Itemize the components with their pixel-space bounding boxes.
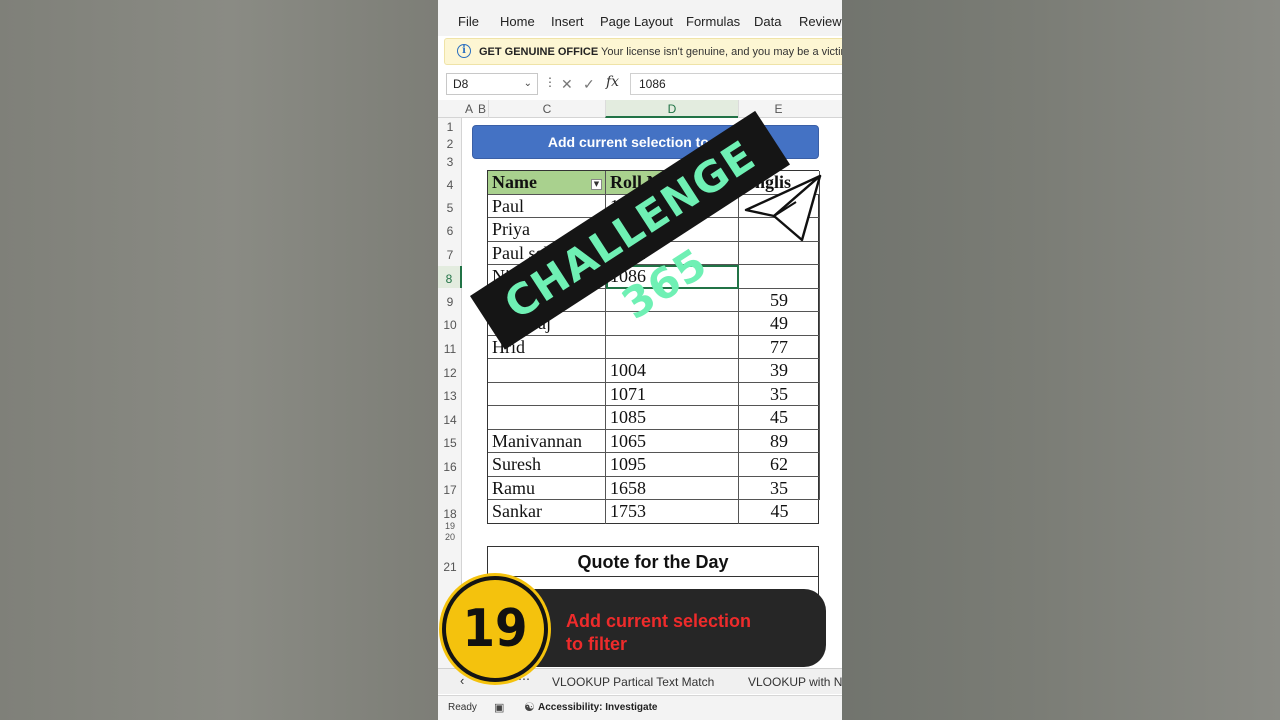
cell-roll[interactable]: 1065 (606, 429, 739, 453)
info-icon: i (457, 44, 471, 58)
tab-insert[interactable]: Insert (551, 14, 584, 29)
row-header[interactable]: 13 (438, 389, 462, 403)
sheet-tab-vlookup-partial[interactable]: VLOOKUP Partical Text Match (552, 675, 714, 689)
formula-input[interactable]: 1086 (630, 73, 842, 95)
row-header-selected[interactable]: 8 (438, 266, 462, 288)
cell-english[interactable]: 49 (739, 312, 820, 336)
row-header[interactable]: 10 (438, 318, 462, 332)
license-warning-bar: i GET GENUINE OFFICE Your license isn't … (444, 38, 842, 65)
banner-line-2: to filter (566, 634, 627, 654)
macro-record-icon[interactable]: ▣ (494, 701, 504, 714)
name-box[interactable]: D8 ⌄ (446, 73, 538, 95)
cell-english[interactable]: 35 (739, 382, 820, 406)
cell-english[interactable]: 89 (739, 429, 820, 453)
row-header[interactable]: 4 (438, 178, 462, 192)
cell-english[interactable]: 35 (739, 476, 820, 500)
row-header[interactable]: 1 (438, 120, 462, 134)
tab-home[interactable]: Home (500, 14, 535, 29)
column-header-a[interactable]: A (462, 100, 476, 118)
cell-name[interactable]: Sankar (488, 500, 606, 524)
name-box-value: D8 (453, 77, 469, 91)
badge-number: 19 (462, 599, 528, 659)
column-header-b[interactable]: B (476, 100, 488, 118)
tab-file[interactable]: File (458, 14, 479, 29)
status-ready: Ready (448, 702, 477, 713)
row-header[interactable]: 3 (438, 155, 462, 169)
accessibility-status[interactable]: Accessibility: Investigate (538, 702, 658, 713)
cell-english[interactable]: 59 (739, 288, 820, 312)
cell-roll[interactable]: 1085 (606, 406, 739, 430)
column-headers: A B C D E (438, 100, 842, 118)
tab-review[interactable]: Review (799, 14, 842, 29)
row-header[interactable]: 11 (438, 342, 462, 356)
cell-name[interactable]: Manivannan (488, 429, 606, 453)
row-header[interactable]: 5 (438, 201, 462, 215)
cell-roll[interactable]: 1753 (606, 500, 739, 524)
formula-bar: D8 ⌄ ⋮ ✕ ✓ fx 1086 (438, 70, 842, 98)
cell-name[interactable]: Ramu (488, 476, 606, 500)
license-message: Your license isn't genuine, and you may … (601, 46, 842, 58)
more-options-icon[interactable]: ⋮ (544, 75, 556, 89)
row-header[interactable]: 19 (438, 521, 462, 531)
row-header[interactable]: 16 (438, 460, 462, 474)
filter-dropdown-icon[interactable]: ▼ (591, 179, 602, 190)
cell-roll[interactable]: 1658 (606, 476, 739, 500)
header-name: Name ▼ (488, 171, 606, 195)
cell-roll[interactable] (606, 335, 739, 359)
row-header[interactable]: 12 (438, 366, 462, 380)
cell-english[interactable] (739, 241, 820, 265)
chevron-down-icon[interactable]: ⌄ (524, 78, 532, 89)
row-header[interactable]: 21 (438, 560, 462, 574)
column-header-d[interactable]: D (605, 100, 738, 118)
row-header[interactable]: 18 (438, 507, 462, 521)
row-header[interactable]: 9 (438, 295, 462, 309)
row-header[interactable]: 20 (438, 532, 462, 542)
tab-page-layout[interactable]: Page Layout (600, 14, 673, 29)
tab-formulas[interactable]: Formulas (686, 14, 740, 29)
banner-line-1: Add current selection (566, 611, 752, 631)
tab-data[interactable]: Data (754, 14, 781, 29)
cell-english[interactable] (739, 265, 820, 289)
column-header-c[interactable]: C (488, 100, 605, 118)
cell-english[interactable]: 45 (739, 500, 820, 524)
cell-english[interactable]: 39 (739, 359, 820, 383)
cell-roll[interactable]: 1004 (606, 359, 739, 383)
row-header[interactable]: 14 (438, 413, 462, 427)
insert-function-icon[interactable]: fx (606, 74, 619, 90)
quote-title: Quote for the Day (488, 547, 818, 577)
row-header[interactable]: 17 (438, 483, 462, 497)
row-header[interactable]: 6 (438, 224, 462, 238)
sheet-tab-vlookup-with[interactable]: VLOOKUP with N (748, 675, 842, 689)
cell-english[interactable]: 45 (739, 406, 820, 430)
cell-name[interactable]: Suresh (488, 453, 606, 477)
cell-english[interactable]: 77 (739, 335, 820, 359)
status-bar: Ready ▣ ☯ Accessibility: Investigate (438, 695, 842, 720)
tip-number-badge: 19 (442, 576, 548, 682)
row-header[interactable]: 15 (438, 436, 462, 450)
header-name-label: Name (492, 172, 537, 192)
license-label: GET GENUINE OFFICE (479, 46, 599, 58)
ribbon-menu: File Home Insert Page Layout Formulas Da… (438, 0, 842, 36)
cell-roll[interactable]: 1071 (606, 382, 739, 406)
cell-name[interactable]: Paul (488, 194, 606, 218)
row-header[interactable]: 7 (438, 248, 462, 262)
cell-name[interactable] (488, 406, 606, 430)
row-header[interactable]: 2 (438, 137, 462, 151)
cancel-icon[interactable]: ✕ (561, 76, 573, 93)
cell-name[interactable] (488, 382, 606, 406)
cell-name[interactable] (488, 359, 606, 383)
cell-roll[interactable]: 1095 (606, 453, 739, 477)
cell-english[interactable]: 62 (739, 453, 820, 477)
check-icon[interactable]: ✓ (583, 76, 595, 93)
accessibility-icon[interactable]: ☯ (524, 700, 535, 714)
